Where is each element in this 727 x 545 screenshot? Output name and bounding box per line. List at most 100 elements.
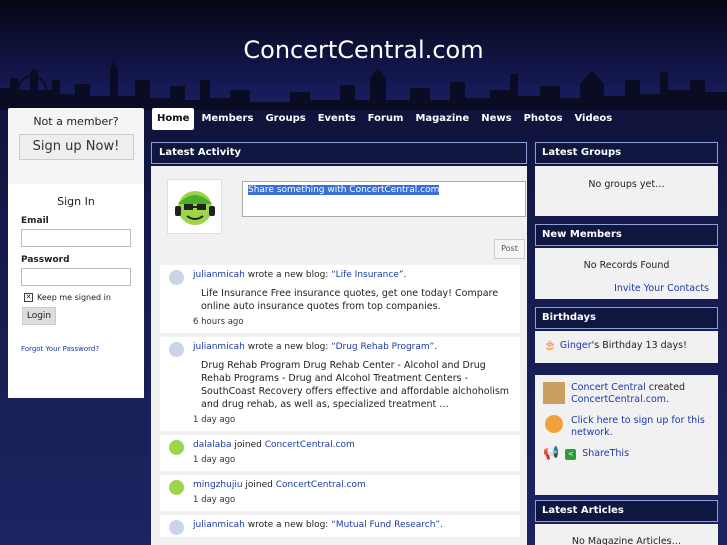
birthdays-header: Birthdays <box>535 307 718 329</box>
nav-groups[interactable]: Groups <box>260 108 310 130</box>
status-composer: Share something with ConcertCentral.com … <box>167 179 526 259</box>
feed-target-link[interactable]: ConcertCentral.com <box>265 440 355 450</box>
email-label: Email <box>21 216 49 226</box>
post-button[interactable]: Post <box>494 239 525 259</box>
invite-contacts-link[interactable]: Invite Your Contacts <box>535 283 718 294</box>
nav-news[interactable]: News <box>476 108 516 130</box>
feed-action: joined <box>231 440 265 450</box>
password-label: Password <box>21 255 70 265</box>
network-info-panel: Concert Central created ConcertCentral.c… <box>535 375 718 495</box>
signin-title: Sign In <box>57 195 95 208</box>
feed-tail: . <box>434 342 438 352</box>
user-avatar-icon[interactable] <box>169 342 184 357</box>
latest-activity-panel: Share something with ConcertCentral.com … <box>151 166 527 545</box>
feed-user-link[interactable]: mingzhujiu <box>193 480 243 490</box>
feed-line: dalalaba joined ConcertCentral.com <box>193 439 512 451</box>
feed-timestamp: 1 day ago <box>193 455 236 465</box>
birthdays-panel: 🎂 Ginger's Birthday 13 days! <box>535 331 718 363</box>
signin-panel: Sign In Email Password ✕ Keep me signed … <box>8 184 144 398</box>
members-empty-text: No Records Found <box>583 260 670 271</box>
main-nav: Home Members Groups Events Forum Magazin… <box>152 108 617 130</box>
birthday-text: 's Birthday 13 days! <box>591 340 687 351</box>
nav-magazine[interactable]: Magazine <box>410 108 474 130</box>
creator-action: created <box>645 382 685 393</box>
groups-empty-text: No groups yet… <box>588 179 665 190</box>
network-link[interactable]: ConcertCentral.com <box>571 394 666 405</box>
login-button[interactable]: Login <box>22 307 56 325</box>
feed-tail: . <box>440 520 443 530</box>
list-item: julianmicah wrote a new blog: “Mutual Fu… <box>160 515 520 537</box>
birthday-row: 🎂 Ginger's Birthday 13 days! <box>535 331 718 351</box>
nav-members[interactable]: Members <box>196 108 258 130</box>
feed-line: julianmicah wrote a new blog: “Life Insu… <box>193 269 512 281</box>
nav-home[interactable]: Home <box>152 108 195 130</box>
latest-articles-header: Latest Articles <box>535 500 718 522</box>
member-sidebar: Not a member? Sign up Now! Sign In Email… <box>8 108 144 398</box>
feed-action: joined <box>242 480 276 490</box>
email-field[interactable] <box>21 229 131 247</box>
feed-action: wrote a new blog: <box>244 342 332 352</box>
not-member-text: Not a member? <box>33 115 119 128</box>
user-avatar-icon <box>175 191 215 225</box>
feed-target-link[interactable]: “Life Insurance” <box>331 270 403 280</box>
user-avatar-icon[interactable] <box>169 270 184 285</box>
feed-line: mingzhujiu joined ConcertCentral.com <box>193 479 512 491</box>
concert-thumbnail-icon <box>543 382 565 404</box>
user-avatar-icon[interactable] <box>169 520 184 535</box>
keep-signed-in[interactable]: ✕ Keep me signed in <box>24 293 144 302</box>
signup-button[interactable]: Sign up Now! <box>18 134 134 160</box>
user-avatar-icon[interactable] <box>169 440 184 455</box>
feed-body: Life Insurance Free insurance quotes, ge… <box>201 288 499 312</box>
feed-user-link[interactable]: julianmicah <box>193 270 245 280</box>
activity-feed: julianmicah wrote a new blog: “Life Insu… <box>160 265 520 541</box>
list-item: julianmicah wrote a new blog: “Life Insu… <box>160 265 520 333</box>
latest-groups-header: Latest Groups <box>535 142 718 164</box>
nav-videos[interactable]: Videos <box>569 108 617 130</box>
forgot-password-link[interactable]: Forgot Your Password? <box>21 345 144 353</box>
keep-signed-checkbox[interactable]: ✕ <box>24 293 33 302</box>
password-field[interactable] <box>21 268 131 286</box>
list-item: dalalaba joined ConcertCentral.com 1 day… <box>160 435 520 471</box>
cake-icon: 🎂 <box>544 340 556 351</box>
feed-timestamp: 1 day ago <box>193 415 236 425</box>
creator-tail: . <box>666 394 670 405</box>
articles-empty-text: No Magazine Articles… <box>571 536 682 545</box>
new-members-header: New Members <box>535 224 718 246</box>
avatar <box>167 179 222 234</box>
latest-activity-header: Latest Activity <box>151 142 527 164</box>
feed-tail: . <box>403 270 407 280</box>
site-title[interactable]: ConcertCentral.com <box>0 36 727 64</box>
smiley-icon <box>545 415 563 433</box>
share-input-text: Share something with ConcertCentral.com <box>248 185 440 195</box>
birthday-user-link[interactable]: Ginger <box>560 340 592 351</box>
feed-user-link[interactable]: dalalaba <box>193 440 232 450</box>
share-icon: < <box>565 448 577 460</box>
nav-forum[interactable]: Forum <box>363 108 409 130</box>
latest-articles-panel: No Magazine Articles… <box>535 524 718 545</box>
feed-line: julianmicah wrote a new blog: “Drug Reha… <box>193 341 512 353</box>
latest-groups-panel: No groups yet… <box>535 166 718 216</box>
user-avatar-icon[interactable] <box>169 480 184 495</box>
feed-action: wrote a new blog: <box>244 270 332 280</box>
feed-body: Drug Rehab Program Drug Rehab Center - A… <box>201 360 510 410</box>
feed-user-link[interactable]: julianmicah <box>193 342 245 352</box>
feed-action: wrote a new blog: <box>244 520 332 530</box>
share-input[interactable]: Share something with ConcertCentral.com <box>242 181 526 217</box>
creator-row: Concert Central created ConcertCentral.c… <box>535 382 718 406</box>
feed-line: julianmicah wrote a new blog: “Mutual Fu… <box>193 519 512 531</box>
list-item: julianmicah wrote a new blog: “Drug Reha… <box>160 337 520 431</box>
feed-timestamp: 1 day ago <box>193 495 236 505</box>
keep-signed-label: Keep me signed in <box>37 293 111 302</box>
creator-user-link[interactable]: Concert Central <box>571 382 646 393</box>
sharethis-row: 📢 < ShareThis <box>535 447 718 460</box>
feed-target-link[interactable]: “Mutual Fund Research” <box>331 520 440 530</box>
feed-target-link[interactable]: ConcertCentral.com <box>276 480 366 490</box>
new-members-panel: No Records Found Invite Your Contacts <box>535 248 718 299</box>
feed-timestamp: 6 hours ago <box>193 317 244 327</box>
signup-prompt-link[interactable]: Click here to sign up for this network. <box>571 415 710 439</box>
sharethis-link[interactable]: ShareThis <box>582 448 629 460</box>
feed-target-link[interactable]: “Drug Rehab Program” <box>331 342 434 352</box>
nav-photos[interactable]: Photos <box>519 108 568 130</box>
nav-events[interactable]: Events <box>313 108 361 130</box>
feed-user-link[interactable]: julianmicah <box>193 520 245 530</box>
